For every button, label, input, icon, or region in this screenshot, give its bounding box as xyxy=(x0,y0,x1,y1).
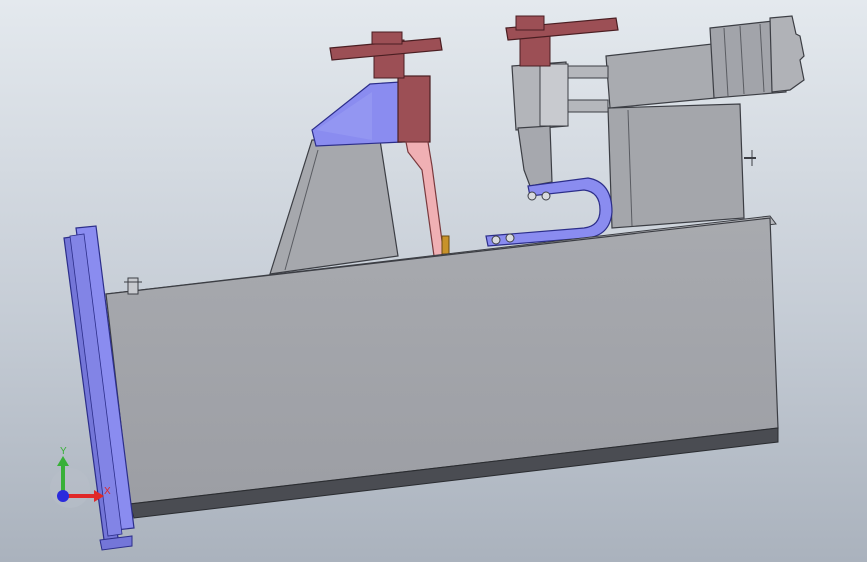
left-clamp-body xyxy=(397,75,431,143)
z-axis-dot xyxy=(57,490,69,502)
cylinder-housing xyxy=(605,43,717,109)
left-clamp-pink-lever xyxy=(405,141,445,257)
y-axis-label: Y xyxy=(60,446,67,457)
right-clamp-finger xyxy=(517,125,553,187)
gold-locating-pin xyxy=(441,235,450,255)
x-axis-label: X xyxy=(104,486,111,497)
blue-u-bracket xyxy=(485,177,613,247)
fixture-model[interactable]: Y X xyxy=(0,0,867,562)
right-clamp-guide-rod xyxy=(563,65,609,79)
cad-viewport[interactable]: Y X xyxy=(0,0,867,562)
cylinder-end-fins xyxy=(769,15,805,93)
base-block-front-face xyxy=(105,217,779,505)
